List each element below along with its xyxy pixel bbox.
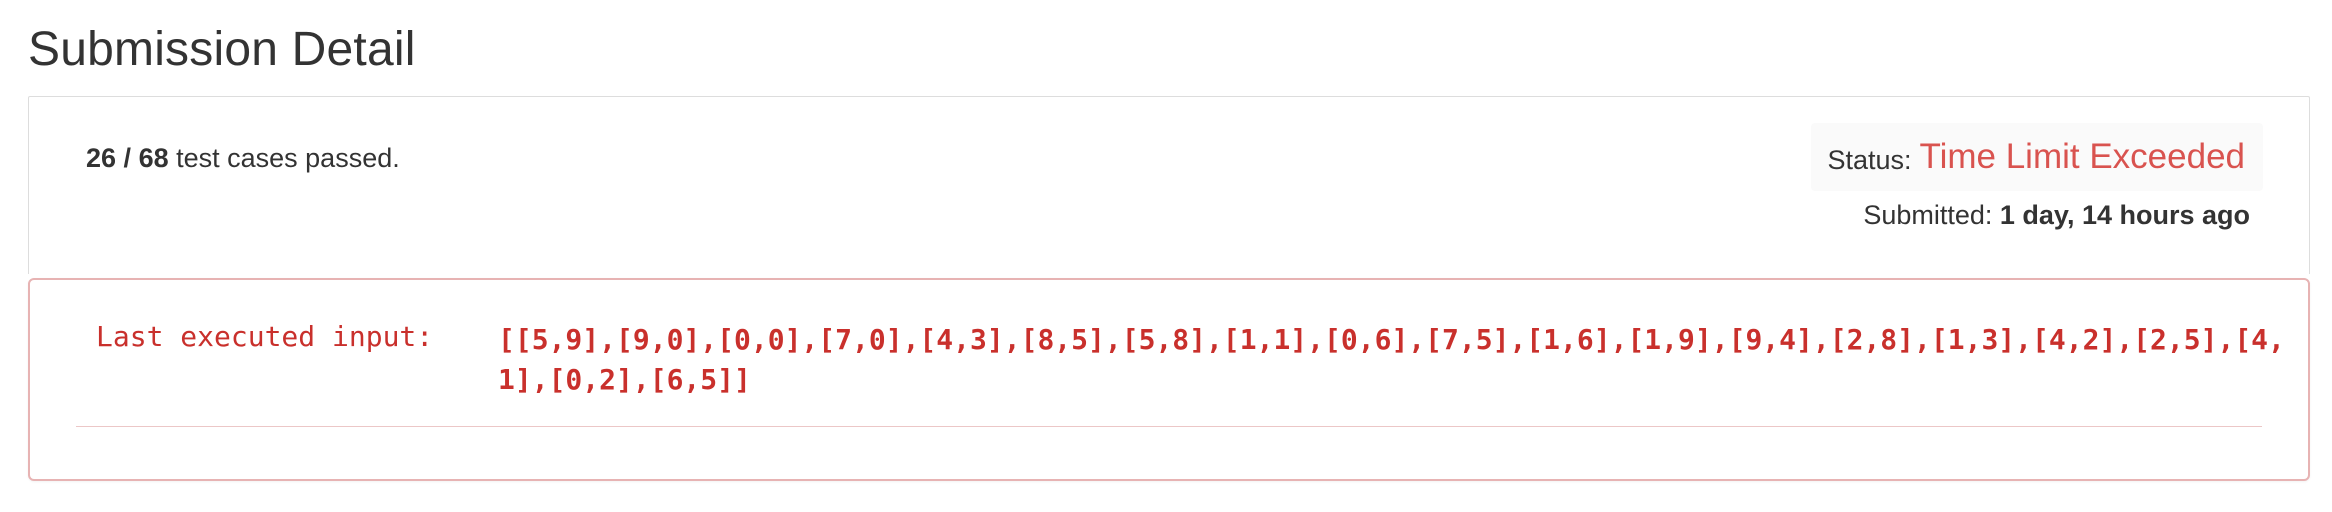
test-cases-summary: 26 / 68 test cases passed. [86,143,400,174]
error-divider [76,426,2262,427]
last-executed-input-label: Last executed input: [96,320,434,353]
total-count: 68 [138,143,169,173]
test-cases-text: test cases passed. [168,143,400,173]
passed-count: 26 [86,143,117,173]
submitted-time: Submitted: 1 day, 14 hours ago [1863,200,2250,231]
submission-summary-panel: 26 / 68 test cases passed. Status: Time … [28,96,2310,274]
page-title: Submission Detail [28,23,416,76]
count-separator: / [116,143,139,173]
status-value: Time Limit Exceeded [1919,137,2246,176]
status-box: Status: Time Limit Exceeded [1811,123,2263,191]
submitted-value: 1 day, 14 hours ago [1999,200,2250,230]
submission-detail-page: Submission Detail 26 / 68 test cases pas… [0,0,2332,512]
last-executed-input-value: [[5,9],[9,0],[0,0],[7,0],[4,3],[8,5],[5,… [498,323,2285,396]
submitted-label: Submitted: [1863,200,2000,230]
status-label: Status: [1827,144,1912,175]
last-executed-input-panel: Last executed input: [[5,9],[9,0],[0,0],… [28,278,2310,481]
